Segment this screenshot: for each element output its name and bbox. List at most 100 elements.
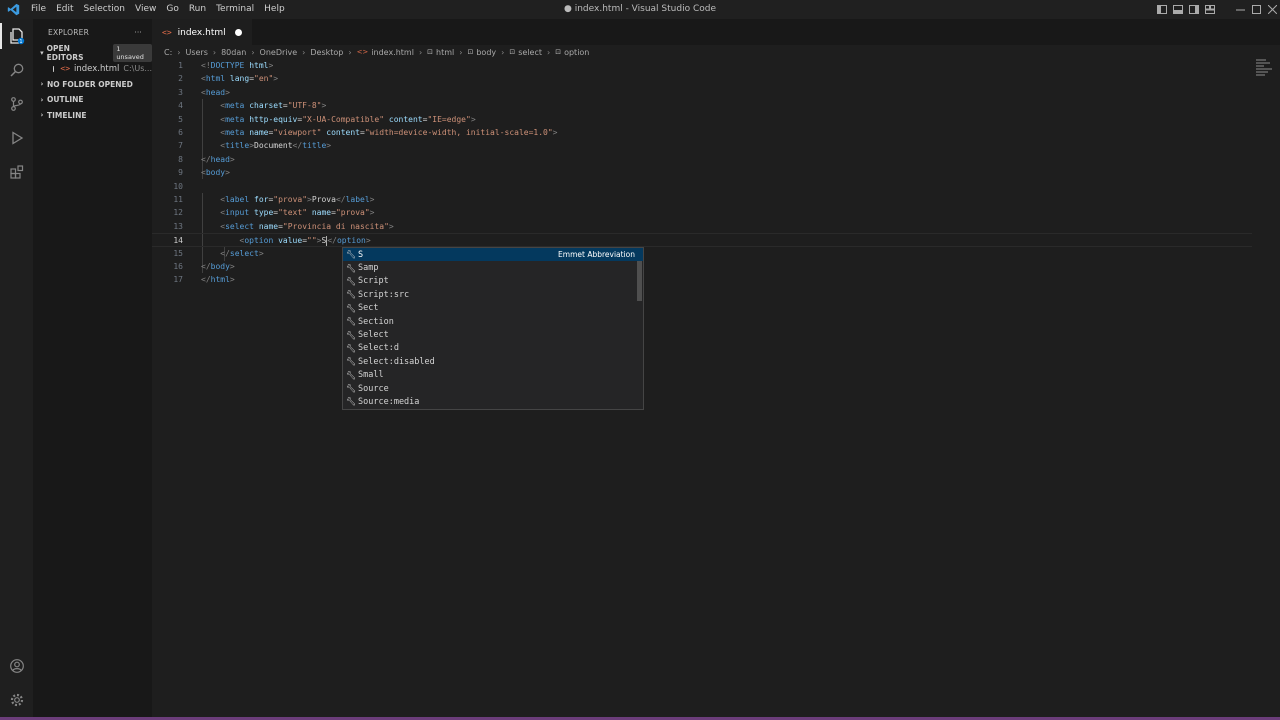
code-line-current: 14 <option value="">S</option> [152,233,1252,247]
wrench-icon: 🔧︎ [346,317,357,327]
open-editors-section[interactable]: ▾ OPEN EDITORS 1 unsaved [33,43,152,62]
menu-view[interactable]: View [130,0,161,19]
menu-go[interactable]: Go [161,0,183,19]
open-editor-item[interactable]: <> index.html C:\Us... [33,61,152,77]
wrench-icon: 🔧︎ [346,397,357,407]
wrench-icon: 🔧︎ [346,276,357,286]
toggle-sidebar-icon[interactable] [1154,0,1170,19]
suggestion-label: Source:media [358,396,420,407]
search-icon[interactable] [0,53,33,87]
tag-icon: ⊡ [509,48,516,56]
suggestion-item[interactable]: 🔧︎ Sect [343,302,643,315]
menu-help[interactable]: Help [259,0,290,19]
suggestion-label: Samp [358,263,379,274]
suggestion-scrollbar[interactable] [637,261,642,301]
suggestion-label: Small [358,370,384,381]
timeline-label: TIMELINE [47,110,87,120]
title-bar: File Edit Selection View Go Run Terminal… [0,0,1280,19]
breadcrumb-select[interactable]: select [518,48,542,57]
tab-index-html[interactable]: <> index.html [152,19,252,45]
breadcrumb-user[interactable]: 80dan [221,48,246,57]
suggestion-label: Select:disabled [358,356,435,367]
open-editor-path: C:\Us... [123,64,152,73]
suggestion-item[interactable]: 🔧︎ Select:disabled [343,355,643,368]
breadcrumb-drive[interactable]: C: [164,48,172,57]
explorer-title: EXPLORER [48,27,89,37]
tab-label: index.html [177,27,226,38]
suggestion-item[interactable]: 🔧︎ Select:d [343,342,643,355]
timeline-section[interactable]: › TIMELINE [33,108,152,124]
breadcrumb-file[interactable]: index.html [371,48,414,57]
code-line: 11 <label for="prova">Prova</label> [173,195,375,204]
outline-section[interactable]: › OUTLINE [33,92,152,108]
menu-selection[interactable]: Selection [79,0,130,19]
suggestion-item[interactable]: 🔧︎ Script:src [343,288,643,301]
wrench-icon: 🔧︎ [346,263,357,273]
suggestion-item[interactable]: 🔧︎ Script [343,275,643,288]
menu-terminal[interactable]: Terminal [211,0,259,19]
breadcrumb-option[interactable]: option [564,48,589,57]
wrench-icon: 🔧︎ [346,384,357,394]
suggestion-detail: Emmet Abbreviation [558,250,635,260]
suggestion-label: S [358,249,364,260]
vscode-logo-icon[interactable] [0,0,26,19]
code-editor[interactable]: 1 <!DOCTYPE html> 2 <html lang="en"> 3 <hea… [152,59,1252,659]
window-controls [1154,0,1280,19]
suggestion-label: Sect [358,303,379,314]
close-icon[interactable] [1264,0,1280,19]
open-editor-filename: index.html [74,63,120,74]
extensions-icon[interactable] [0,155,33,189]
breadcrumb-body[interactable]: body [476,48,496,57]
wrench-icon: 🔧︎ [346,370,357,380]
suggestion-item[interactable]: 🔧︎ Select [343,328,643,341]
settings-gear-icon[interactable] [0,683,33,717]
menu-file[interactable]: File [26,0,51,19]
menu-run[interactable]: Run [184,0,211,19]
explorer-header: EXPLORER ··· [33,19,152,45]
suggestion-item[interactable]: 🔧︎ Section [343,315,643,328]
suggestion-item[interactable]: 🔧︎ Source:media [343,395,643,408]
code-line: 1 <!DOCTYPE html> [178,61,274,70]
breadcrumb-html[interactable]: html [436,48,454,57]
no-folder-label: NO FOLDER OPENED [47,79,133,89]
menu-edit[interactable]: Edit [51,0,78,19]
minimap[interactable] [1256,59,1274,89]
code-line: 5 <meta http-equiv="X-UA-Compatible" con… [178,114,476,124]
breadcrumb: C: › Users › 80dan › OneDrive › Desktop › <> i… [164,47,590,57]
html-file-icon: <> [60,64,71,73]
toggle-panel-icon[interactable] [1170,0,1186,19]
breadcrumb-desktop[interactable]: Desktop [310,48,343,57]
suggestion-item[interactable]: 🔧︎ S Emmet Abbreviation [343,248,643,262]
breadcrumb-onedrive[interactable]: OneDrive [260,48,298,57]
no-folder-section[interactable]: › NO FOLDER OPENED [33,77,152,93]
suggestion-label: Select:d [358,343,399,354]
maximize-icon[interactable] [1248,0,1264,19]
suggestion-item[interactable]: 🔧︎ Small [343,369,643,382]
explorer-icon[interactable]: 1 [0,19,33,53]
svg-text:1: 1 [19,39,22,45]
code-line: 6 <meta name="viewport" content="width=d… [178,128,558,137]
code-line: 17 </html> [173,275,235,285]
code-line: 8 </head> [178,154,235,164]
toggle-secondary-sidebar-icon[interactable] [1186,0,1202,19]
suggestion-item[interactable]: 🔧︎ Source [343,382,643,395]
layout-icon[interactable] [1202,0,1218,19]
chevron-right-icon: › [40,95,44,104]
more-actions-icon[interactable]: ··· [134,28,142,37]
accounts-icon[interactable] [0,649,33,683]
suggestion-item[interactable]: 🔧︎ Samp [343,261,643,274]
editor-tabs: <> index.html [152,19,1280,45]
outline-label: OUTLINE [47,95,84,105]
code-line: 16 </body> [173,262,235,271]
wrench-icon: 🔧︎ [346,303,357,313]
code-line: 15 </select> [173,248,264,258]
code-line: 3 <head> [178,87,230,97]
run-debug-icon[interactable] [0,121,33,155]
chevron-right-icon: › [40,80,44,89]
code-line: 12 <input type="text" name="prova"> [173,208,375,218]
minimize-icon[interactable] [1232,0,1248,19]
source-control-icon[interactable] [0,87,33,121]
unsaved-dot-icon[interactable] [234,29,242,36]
breadcrumb-users[interactable]: Users [185,48,207,57]
unsaved-badge: 1 unsaved [113,43,152,62]
